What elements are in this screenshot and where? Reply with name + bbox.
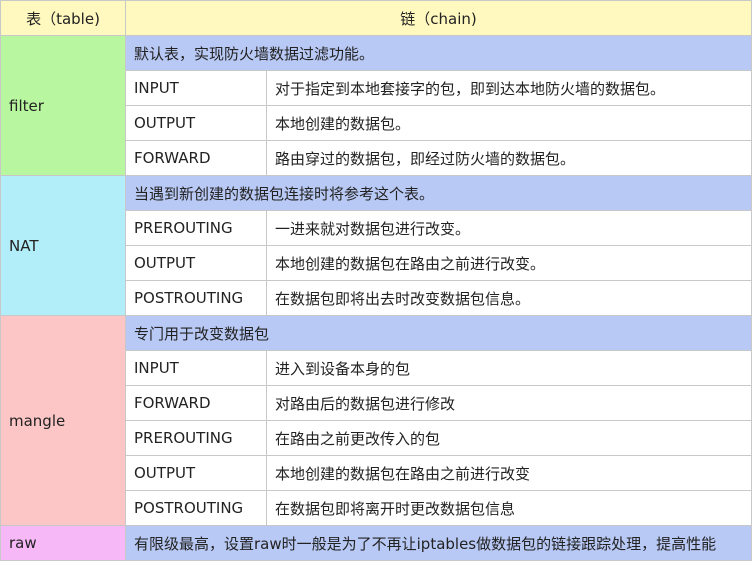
chain-name: OUTPUT: [125, 455, 267, 491]
raw-row: raw 有限级最高，设置raw时一般是为了不再让iptables做数据包的链接跟…: [0, 525, 752, 561]
table-name-filter: filter: [0, 35, 126, 176]
table-description: 有限级最高，设置raw时一般是为了不再让iptables做数据包的链接跟踪处理，…: [124, 525, 752, 561]
chain-description: 对路由后的数据包进行修改: [265, 385, 752, 421]
table-name-raw: raw: [0, 525, 126, 561]
chain-description: 在数据包即将出去时改变数据包信息。: [265, 280, 752, 316]
table-name-nat: NAT: [0, 175, 126, 316]
chain-description: 路由穿过的数据包，即经过防火墙的数据包。: [265, 140, 752, 176]
chain-name: PREROUTING: [125, 210, 267, 246]
filter-desc-row: filter 默认表，实现防火墙数据过滤功能。: [0, 35, 752, 176]
chain-name: OUTPUT: [125, 245, 267, 281]
chain-name: OUTPUT: [125, 105, 267, 141]
table-description: 默认表，实现防火墙数据过滤功能。: [124, 35, 752, 71]
nat-desc-row: NAT 当遇到新创建的数据包连接时将参考这个表。: [0, 175, 752, 316]
chain-description: 本地创建的数据包在路由之前进行改变: [265, 455, 752, 491]
chain-description: 对于指定到本地套接字的包，即到达本地防火墙的数据包。: [265, 70, 752, 106]
header-chain-col: 链（chain): [124, 0, 752, 36]
chain-name: INPUT: [125, 70, 267, 106]
iptables-table: 表（table) 链（chain) filter 默认表，实现防火墙数据过滤功能…: [0, 0, 752, 561]
header-table-col: 表（table): [0, 0, 126, 36]
table-description: 专门用于改变数据包: [124, 315, 752, 351]
chain-description: 在路由之前更改传入的包: [265, 420, 752, 456]
mangle-desc-row: mangle 专门用于改变数据包: [0, 315, 752, 526]
header-row: 表（table) 链（chain): [0, 0, 752, 36]
chain-description: 本地创建的数据包。: [265, 105, 752, 141]
chain-name: FORWARD: [125, 385, 267, 421]
chain-description: 一进来就对数据包进行改变。: [265, 210, 752, 246]
chain-name: POSTROUTING: [125, 490, 267, 526]
chain-name: INPUT: [125, 350, 267, 386]
chain-description: 本地创建的数据包在路由之前进行改变。: [265, 245, 752, 281]
table-name-mangle: mangle: [0, 315, 126, 526]
chain-name: PREROUTING: [125, 420, 267, 456]
chain-name: FORWARD: [125, 140, 267, 176]
table-description: 当遇到新创建的数据包连接时将参考这个表。: [124, 175, 752, 211]
chain-description: 进入到设备本身的包: [265, 350, 752, 386]
chain-description: 在数据包即将离开时更改数据包信息: [265, 490, 752, 526]
chain-name: POSTROUTING: [125, 280, 267, 316]
